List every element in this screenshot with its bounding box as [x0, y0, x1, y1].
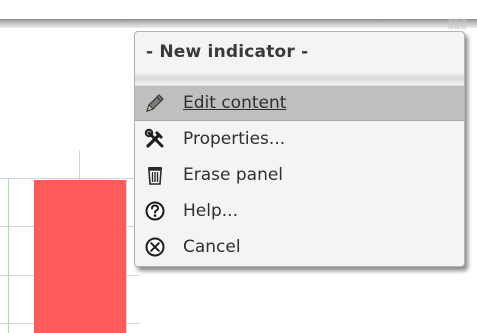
pencil-icon: [144, 92, 166, 114]
menu-item-properties[interactable]: Properties...: [135, 121, 464, 157]
screen: ▒▒▒ - New indicator - Edit content Prope…: [0, 0, 477, 333]
menu-item-label: Help...: [183, 201, 238, 221]
top-toolbar-bar: [0, 19, 477, 28]
menu-item-label: Edit content: [183, 93, 287, 113]
context-menu: - New indicator - Edit content Propertie…: [134, 31, 465, 267]
menu-title: - New indicator -: [146, 42, 309, 62]
cancel-icon: [144, 236, 166, 258]
help-icon: [144, 200, 166, 222]
trash-icon: [144, 164, 166, 186]
menu-item-edit-content[interactable]: Edit content: [135, 85, 464, 121]
menu-item-label: Erase panel: [183, 165, 284, 185]
menu-item-cancel[interactable]: Cancel: [135, 229, 464, 265]
toolbar-grip[interactable]: ▒▒▒: [448, 20, 467, 30]
menu-item-erase-panel[interactable]: Erase panel: [135, 157, 464, 193]
menu-item-label: Cancel: [183, 237, 241, 257]
menu-item-help[interactable]: Help...: [135, 193, 464, 229]
tools-icon: [144, 128, 166, 150]
chart-axis-line: [8, 178, 9, 333]
indicator-bar[interactable]: [34, 180, 126, 333]
grid-line: [0, 178, 140, 179]
grid-line: [126, 178, 127, 333]
menu-separator: [135, 72, 464, 85]
menu-item-label: Properties...: [183, 129, 286, 149]
